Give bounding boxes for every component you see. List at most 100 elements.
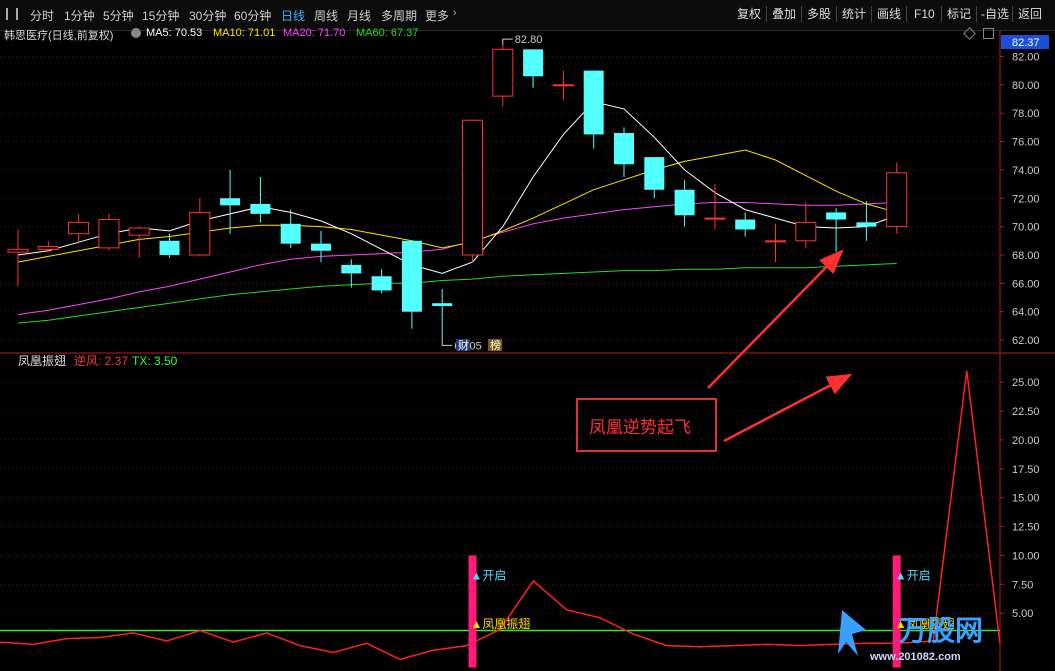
high-annotation: 82.80 <box>502 34 543 46</box>
price-tick-label: 78.00 <box>1012 108 1040 120</box>
annotation-text: 凤凰逆势起飞 <box>589 418 691 437</box>
divider <box>801 6 802 22</box>
tab-60min[interactable]: 60分钟 <box>234 7 271 24</box>
finance-marker-label[interactable]: 财 <box>458 338 469 352</box>
price-tick-label: 72.00 <box>1012 193 1040 205</box>
candle-body <box>462 119 483 256</box>
ma10-line <box>17 149 897 263</box>
candle-body <box>523 49 544 77</box>
statistics-button[interactable]: 统计 <box>838 5 870 23</box>
kline-chart: 82.00 80.00 78.00 76.00 74.00 72.00 70.00 68.00… <box>0 30 1055 671</box>
more-chevron-icon[interactable]: › <box>453 7 457 19</box>
candle-body <box>674 189 695 216</box>
brand-logo-icon <box>838 610 866 656</box>
candles <box>7 45 908 340</box>
indicator-tick-label: 25.00 <box>1012 377 1040 389</box>
tab-5min[interactable]: 5分钟 <box>103 7 134 24</box>
price-axis: 82.00 80.00 78.00 76.00 74.00 72.00 70.00 68.00… <box>1000 51 1040 347</box>
candle-body <box>98 219 120 249</box>
annotation-arrow-up <box>707 249 844 389</box>
signal-open-label: ▲开启 <box>471 569 507 583</box>
fuquan-button[interactable]: 复权 <box>733 5 765 23</box>
nifeng-label: 逆风: 2.37 <box>74 353 128 368</box>
tab-30min[interactable]: 30分钟 <box>189 7 226 24</box>
indicator-name: 凤凰振翅 <box>18 353 66 368</box>
indicator-tick-label: 15.00 <box>1012 493 1040 505</box>
price-tick-label: 74.00 <box>1012 165 1040 177</box>
candle-body <box>795 221 817 242</box>
candle-body <box>765 240 786 243</box>
candle-body <box>552 84 574 87</box>
candle-body <box>341 264 362 274</box>
chart-grid <box>0 55 1000 614</box>
candle-body <box>826 212 847 220</box>
candle-body <box>371 276 392 291</box>
brand-watermark: 万股网 www.201082.com <box>838 610 983 663</box>
tab-weekly[interactable]: 周线 <box>314 7 338 24</box>
price-tick-label: 64.00 <box>1012 307 1040 319</box>
current-price-label: 82.37 <box>1012 37 1040 49</box>
divider <box>906 6 907 22</box>
price-tick-label: 82.00 <box>1012 51 1040 63</box>
candle-body <box>250 203 271 214</box>
candle-body <box>614 133 634 165</box>
signal-open-label: ▲开启 <box>895 569 931 583</box>
tab-15min[interactable]: 15分钟 <box>142 7 179 24</box>
candle-body <box>704 217 726 220</box>
candle-body <box>401 240 422 312</box>
candle-body <box>159 240 180 255</box>
f10-button[interactable]: F10 <box>910 5 939 23</box>
candle-body <box>280 223 301 244</box>
tab-more[interactable]: 更多 <box>425 7 449 24</box>
high-price-label: 82.80 <box>515 34 543 46</box>
multi-stock-button[interactable]: 多股 <box>803 5 835 23</box>
back-button[interactable]: 返回 <box>1014 5 1046 23</box>
candle-body <box>311 243 331 251</box>
candle-body <box>128 227 150 236</box>
indicator-axis: 25.00 22.50 20.00 17.50 15.00 12.50 10.00 7.50 5… <box>1000 377 1040 620</box>
price-tick-label: 62.00 <box>1012 335 1040 347</box>
divider <box>836 6 837 22</box>
tab-fenshi[interactable]: 分时 <box>30 7 54 24</box>
price-tick-label: 76.00 <box>1012 137 1040 149</box>
brand-url: www.201082.com <box>869 651 961 663</box>
price-tick-label: 70.00 <box>1012 222 1040 234</box>
candle-body <box>7 248 29 253</box>
annotation-arrow-indicator <box>723 373 853 443</box>
tab-monthly[interactable]: 月线 <box>347 7 371 24</box>
candle-body <box>189 211 211 256</box>
overlay-button[interactable]: 叠加 <box>768 5 800 23</box>
indicator-tick-label: 22.50 <box>1012 406 1040 418</box>
menu-icon[interactable] <box>6 8 18 20</box>
candle-body <box>644 157 665 190</box>
tab-daily[interactable]: 日线 <box>281 7 305 24</box>
price-tick-label: 66.00 <box>1012 278 1040 290</box>
ma5-line <box>17 101 897 274</box>
divider <box>766 6 767 22</box>
signals: ▲开启 ▲凤凰振翅 ▲开启 ▲凤凰振翅 <box>471 569 955 632</box>
candle-body <box>856 222 877 227</box>
tab-multi-period[interactable]: 多周期 <box>381 7 417 24</box>
indicator-tick-label: 12.50 <box>1012 522 1040 534</box>
divider <box>1012 6 1013 22</box>
rank-marker-label[interactable]: 榜 <box>490 338 501 352</box>
indicator-tick-label: 20.00 <box>1012 435 1040 447</box>
tx-label: TX: 3.50 <box>132 354 178 368</box>
tab-1min[interactable]: 1分钟 <box>64 7 95 24</box>
mark-button[interactable]: 标记 <box>943 5 975 23</box>
ma-lines <box>17 101 897 324</box>
ma20-line <box>17 202 897 315</box>
indicator-tick-label: 5.00 <box>1012 608 1033 620</box>
divider <box>871 6 872 22</box>
candle-body <box>68 221 90 235</box>
candle-body <box>492 48 514 97</box>
favorites-button[interactable]: -自选 <box>977 5 1013 23</box>
indicator-tick-label: 10.00 <box>1012 550 1040 562</box>
candle-body <box>886 172 908 228</box>
indicator-tick-label: 7.50 <box>1012 579 1033 591</box>
ma60-line <box>17 263 897 324</box>
brand-logo-text: 万股网 <box>899 615 983 646</box>
draw-line-button[interactable]: 画线 <box>873 5 905 23</box>
indicator-tick-label: 17.50 <box>1012 464 1040 476</box>
candle-body <box>220 198 241 206</box>
